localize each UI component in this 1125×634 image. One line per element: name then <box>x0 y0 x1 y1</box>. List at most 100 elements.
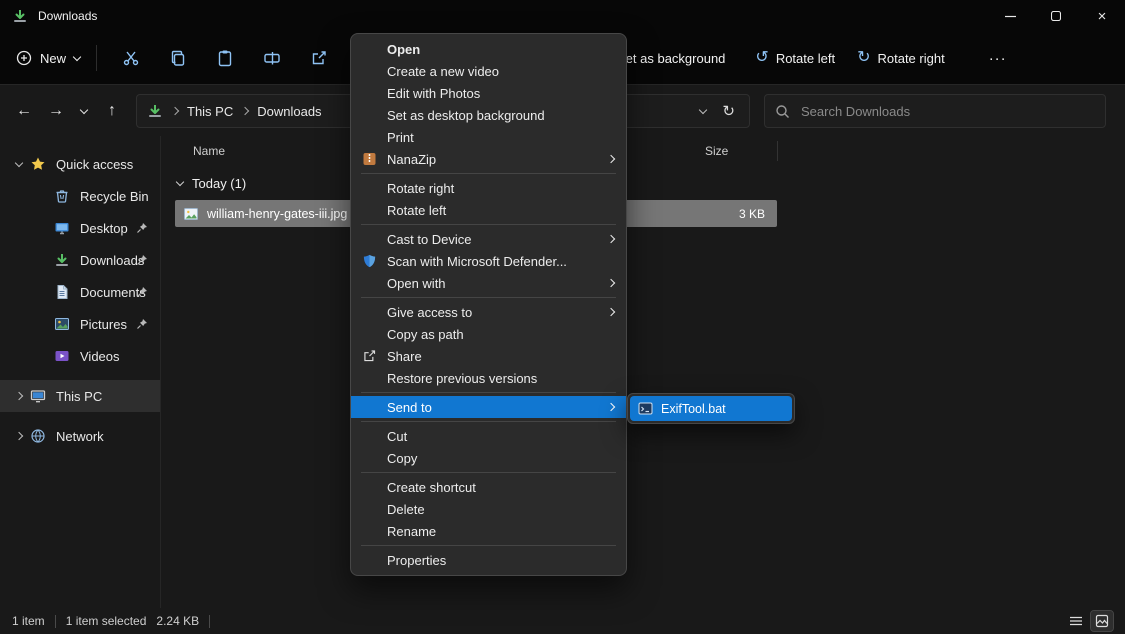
sidebar-item-desktop[interactable]: Desktop <box>0 212 160 244</box>
view-toggles <box>1065 611 1113 631</box>
search-input[interactable] <box>799 103 1095 120</box>
group-header-today[interactable]: Today (1) <box>177 176 1125 191</box>
menu-item-open[interactable]: Open <box>351 38 626 60</box>
column-separator[interactable] <box>777 141 778 161</box>
menu-item-cast-to-device[interactable]: Cast to Device <box>351 228 626 250</box>
menu-item-open-with[interactable]: Open with <box>351 272 626 294</box>
menu-item-edit-with-photos[interactable]: Edit with Photos <box>351 82 626 104</box>
window-controls: × <box>987 0 1125 32</box>
address-dropdown-button[interactable] <box>699 105 707 113</box>
window-title: Downloads <box>38 9 97 23</box>
menu-item-properties[interactable]: Properties <box>351 549 626 571</box>
share-button[interactable] <box>295 39 342 77</box>
menu-item-copy[interactable]: Copy <box>351 447 626 469</box>
group-label: Today (1) <box>192 176 246 191</box>
sidebar-item-this-pc[interactable]: This PC <box>0 380 160 412</box>
menu-item-restore-previous-versions[interactable]: Restore previous versions <box>351 367 626 389</box>
chevron-down-icon <box>8 163 30 166</box>
column-header-size[interactable]: Size <box>705 144 728 158</box>
status-bar: 1 item 1 item selected 2.24 KB <box>0 608 1125 634</box>
sidebar-item-documents[interactable]: Documents <box>0 276 160 308</box>
menu-item-print[interactable]: Print <box>351 126 626 148</box>
menu-item-rename[interactable]: Rename <box>351 520 626 542</box>
menu-item-give-access-to[interactable]: Give access to <box>351 301 626 323</box>
rotate-right-label: Rotate right <box>877 51 944 66</box>
search-icon <box>775 104 790 119</box>
chevron-right-icon <box>608 280 616 286</box>
set-as-background-button[interactable]: Set as background <box>617 51 725 66</box>
more-icon: ··· <box>989 50 1007 67</box>
large-icons-view-button[interactable] <box>1091 611 1113 631</box>
chevron-down-icon <box>73 52 81 60</box>
minimize-button[interactable] <box>987 0 1033 32</box>
pictures-icon <box>54 316 70 332</box>
details-view-button[interactable] <box>1065 611 1087 631</box>
batch-file-icon <box>638 401 653 416</box>
maximize-icon <box>1051 11 1061 21</box>
sidebar-spacer <box>0 372 160 380</box>
column-header-name[interactable]: Name <box>193 144 225 158</box>
paste-button[interactable] <box>201 39 248 77</box>
sidebar-item-pictures[interactable]: Pictures <box>0 308 160 340</box>
defender-shield-icon <box>362 254 377 269</box>
address-bar-controls: ↻ <box>700 104 739 119</box>
rotate-left-button[interactable]: ↺ Rotate left <box>755 50 835 66</box>
menu-item-delete[interactable]: Delete <box>351 498 626 520</box>
breadcrumb-this-pc[interactable]: This PC <box>187 104 233 119</box>
chevron-down-icon <box>80 105 88 113</box>
recent-locations-button[interactable] <box>72 94 96 128</box>
copy-button[interactable] <box>154 39 201 77</box>
menu-item-send-to[interactable]: Send to <box>351 396 626 418</box>
forward-button[interactable]: → <box>40 94 72 128</box>
menu-item-copy-as-path[interactable]: Copy as path <box>351 323 626 345</box>
menu-item-scan-with-defender[interactable]: Scan with Microsoft Defender... <box>351 250 626 272</box>
cut-button[interactable] <box>107 39 154 77</box>
menu-item-rotate-right[interactable]: Rotate right <box>351 177 626 199</box>
sidebar-item-recycle-bin[interactable]: Recycle Bin <box>0 180 160 212</box>
menu-item-nanazip[interactable]: NanaZip <box>351 148 626 170</box>
close-button[interactable]: × <box>1079 0 1125 32</box>
selection-count: 1 item selected <box>66 614 147 628</box>
rename-button[interactable] <box>248 39 295 77</box>
new-button[interactable]: New <box>16 50 80 66</box>
paste-icon <box>216 49 234 67</box>
sidebar-item-downloads[interactable]: Downloads <box>0 244 160 276</box>
send-to-submenu: ExifTool.bat <box>627 393 795 424</box>
sidebar-item-network[interactable]: Network <box>0 420 160 452</box>
sidebar-item-quick-access[interactable]: Quick access <box>0 148 160 180</box>
context-menu: Open Create a new video Edit with Photos… <box>350 33 627 576</box>
more-options-button[interactable]: ··· <box>989 50 1007 67</box>
up-button[interactable]: ↑ <box>96 94 128 128</box>
share-icon <box>362 349 377 364</box>
back-button[interactable]: ← <box>8 94 40 128</box>
status-divider <box>209 615 210 628</box>
downloads-icon <box>54 252 70 268</box>
rotate-right-button[interactable]: ↻ Rotate right <box>857 50 945 66</box>
menu-item-share[interactable]: Share <box>351 345 626 367</box>
videos-icon <box>54 348 70 364</box>
column-header-row: Name Size <box>161 136 1125 166</box>
refresh-button[interactable]: ↻ <box>722 104 735 119</box>
nanazip-icon <box>362 152 377 167</box>
chevron-right-icon <box>608 404 616 410</box>
breadcrumb-downloads[interactable]: Downloads <box>257 104 321 119</box>
large-icons-view-icon <box>1095 614 1109 628</box>
menu-item-create-a-new-video[interactable]: Create a new video <box>351 60 626 82</box>
menu-item-set-as-desktop-background[interactable]: Set as desktop background <box>351 104 626 126</box>
chevron-right-icon <box>241 107 249 115</box>
search-box[interactable] <box>764 94 1106 128</box>
recycle-bin-icon <box>54 188 70 204</box>
rotate-left-label: Rotate left <box>776 51 835 66</box>
menu-item-create-shortcut[interactable]: Create shortcut <box>351 476 626 498</box>
menu-item-cut[interactable]: Cut <box>351 425 626 447</box>
chevron-down-icon <box>176 178 184 186</box>
sidebar-item-videos[interactable]: Videos <box>0 340 160 372</box>
copy-icon <box>169 49 187 67</box>
menu-item-rotate-left[interactable]: Rotate left <box>351 199 626 221</box>
chevron-right-icon <box>8 393 30 399</box>
new-button-label: New <box>40 51 66 66</box>
submenu-item-exiftool[interactable]: ExifTool.bat <box>630 396 792 421</box>
file-size: 3 KB <box>739 207 765 221</box>
selection-size: 2.24 KB <box>156 614 199 628</box>
maximize-button[interactable] <box>1033 0 1079 32</box>
